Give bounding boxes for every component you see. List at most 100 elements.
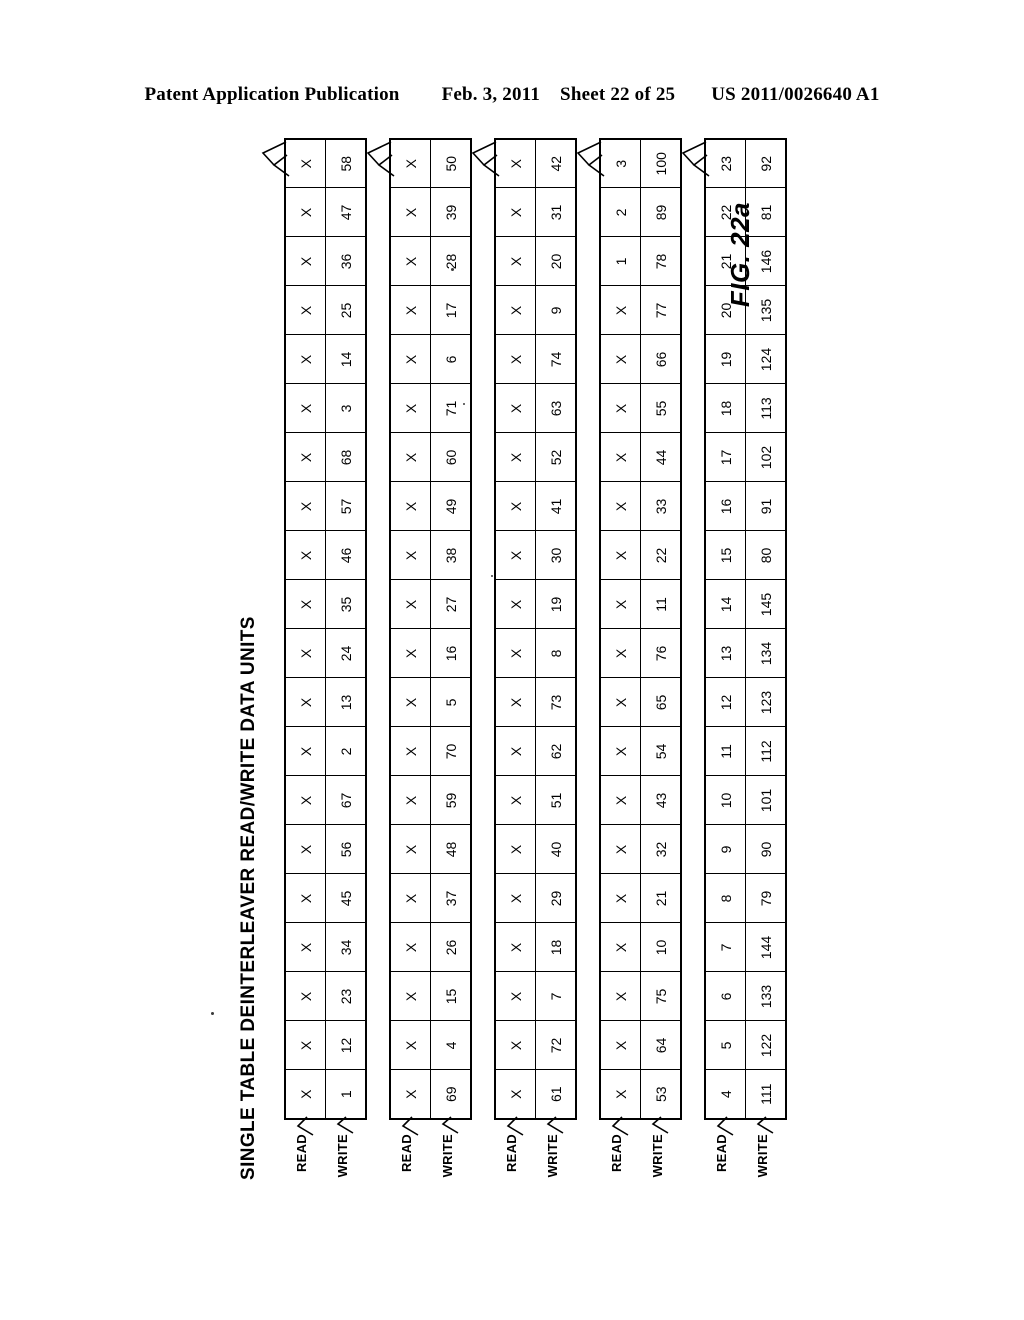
read-cell: X <box>285 825 326 874</box>
write-cell: 92 <box>745 139 786 188</box>
figure-title: SINGLE TABLE DEINTERLEAVER READ/WRITE DA… <box>238 616 259 1180</box>
read-row-label: READ <box>609 1134 624 1173</box>
read-cell: X <box>390 776 431 825</box>
read-cell: 13 <box>705 629 746 678</box>
write-cell: 16 <box>430 629 471 678</box>
write-cell: 64 <box>640 1021 681 1070</box>
read-cell: 15 <box>705 531 746 580</box>
write-cell: 55 <box>640 384 681 433</box>
write-cell: 42 <box>535 139 576 188</box>
write-cell: 25 <box>325 286 366 335</box>
write-cell: 43 <box>640 776 681 825</box>
write-cell: 58 <box>325 139 366 188</box>
read-cell: X <box>495 237 536 286</box>
write-cell: 48 <box>430 825 471 874</box>
write-leader-caret-icon <box>330 1116 354 1136</box>
write-cell: 63 <box>535 384 576 433</box>
read-cell: X <box>285 1070 326 1119</box>
write-cell: 52 <box>535 433 576 482</box>
read-cell: X <box>600 286 641 335</box>
patent-header: Patent Application Publication Feb. 3, 20… <box>0 84 1024 106</box>
write-cell: 56 <box>325 825 366 874</box>
write-row-label: WRITE <box>440 1134 455 1178</box>
read-cell: X <box>285 727 326 776</box>
write-cell: 28 <box>430 237 471 286</box>
scan-speckle <box>451 268 454 271</box>
read-cell: 19 <box>705 335 746 384</box>
read-cell: X <box>495 482 536 531</box>
read-cell: X <box>600 580 641 629</box>
patent-number: US 2011/0026640 A1 <box>711 84 880 105</box>
write-cell: 30 <box>535 531 576 580</box>
write-cell: 113 <box>745 384 786 433</box>
read-cell: X <box>285 482 326 531</box>
read-leader-caret-icon <box>290 1116 314 1136</box>
write-cell: 13 <box>325 678 366 727</box>
write-cell: 79 <box>745 874 786 923</box>
write-leader-caret-icon <box>435 1116 459 1136</box>
read-cell: X <box>285 629 326 678</box>
read-cell: X <box>600 531 641 580</box>
write-cell: 4 <box>430 1021 471 1070</box>
read-cell: X <box>495 874 536 923</box>
write-row-label: WRITE <box>335 1134 350 1178</box>
read-cell: X <box>495 1070 536 1119</box>
write-cell: 23 <box>325 972 366 1021</box>
write-cell: 66 <box>640 335 681 384</box>
write-cell: 33 <box>640 482 681 531</box>
row-labels: READ WRITE <box>704 1116 784 1182</box>
read-cell: X <box>600 727 641 776</box>
read-cell: X <box>495 972 536 1021</box>
row-labels: READ WRITE <box>494 1116 574 1182</box>
write-cell: 26 <box>430 923 471 972</box>
write-cell: 10 <box>640 923 681 972</box>
read-cell: X <box>390 923 431 972</box>
read-cell: X <box>285 335 326 384</box>
read-cell: X <box>390 433 431 482</box>
read-cell: X <box>390 580 431 629</box>
read-cell: X <box>390 727 431 776</box>
deinterleaver-group: READ WRITE X X X X X X X X X X X X X X X X X X X X 61 72 7 18 29 40… <box>471 138 577 1182</box>
scan-speckle <box>463 403 465 405</box>
write-row-label: WRITE <box>545 1134 560 1178</box>
write-cell: 134 <box>745 629 786 678</box>
write-cell: 6 <box>430 335 471 384</box>
publication-title: Patent Application Publication <box>144 84 400 105</box>
publication-date: Feb. 3, 2011 <box>441 84 541 105</box>
write-cell: 18 <box>535 923 576 972</box>
write-cell: 14 <box>325 335 366 384</box>
write-cell: 71 <box>430 384 471 433</box>
write-cell: 65 <box>640 678 681 727</box>
write-cell: 67 <box>325 776 366 825</box>
read-write-table: X X X X X X X X X X X X X X X X X X X X 69 4 15 26 37 48 59 70 5 16 27… <box>389 138 472 1120</box>
write-cell: 69 <box>430 1070 471 1119</box>
read-cell: X <box>390 629 431 678</box>
write-cell: 112 <box>745 727 786 776</box>
read-cell: X <box>600 482 641 531</box>
read-cell: X <box>390 1021 431 1070</box>
read-cell: 11 <box>705 727 746 776</box>
write-cell: 15 <box>430 972 471 1021</box>
read-cell: 14 <box>705 580 746 629</box>
read-cell: X <box>390 678 431 727</box>
write-cell: 76 <box>640 629 681 678</box>
read-cell: X <box>495 188 536 237</box>
read-cell: X <box>390 188 431 237</box>
read-cell: 2 <box>600 188 641 237</box>
table-row: XXXXXXXXXXXXXXXXX123 <box>600 139 641 1119</box>
table-row: 1 12 23 34 45 56 67 2 13 24 35 46 57 68 3 14 25 36 47 58 <box>325 139 366 1119</box>
write-leader-caret-icon <box>750 1116 774 1136</box>
read-cell: X <box>285 531 326 580</box>
read-cell: X <box>390 874 431 923</box>
write-cell: 39 <box>430 188 471 237</box>
read-cell: X <box>390 972 431 1021</box>
scan-speckle <box>211 1012 214 1015</box>
table-row: XXXXXXXXXXXXXXXXXXXX <box>390 139 431 1119</box>
write-cell: 68 <box>325 433 366 482</box>
read-cell: X <box>495 531 536 580</box>
write-cell: 100 <box>640 139 681 188</box>
read-cell: X <box>600 972 641 1021</box>
write-leader-caret-icon <box>540 1116 564 1136</box>
write-cell: 34 <box>325 923 366 972</box>
table-row: XXXXXXXXXXXXXXXXXXXX <box>495 139 536 1119</box>
